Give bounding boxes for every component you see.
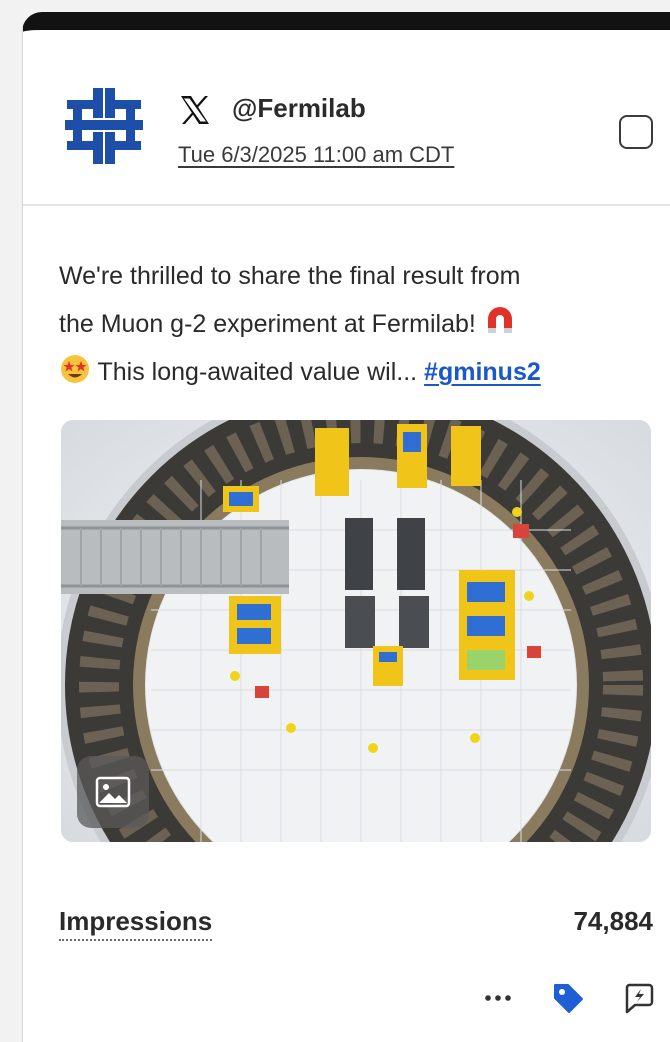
muon-ring-photo	[61, 420, 651, 842]
post-image[interactable]	[61, 420, 651, 842]
post-text-line-3-wrap: This long-awaited value wil... #gminus2	[59, 348, 659, 396]
boost-button[interactable]	[620, 980, 656, 1016]
image-icon	[95, 776, 131, 808]
tag-icon	[554, 984, 583, 1013]
post-text-line-2: the Muon g-2 experiment at Fermilab!	[59, 310, 476, 338]
fermilab-logo-icon	[65, 88, 143, 164]
post-text-line-2-wrap: the Muon g-2 experiment at Fermilab!	[59, 300, 659, 348]
post-timestamp-link[interactable]: Tue 6/3/2025 11:00 am CDT	[178, 142, 454, 168]
post-text-line-1: We're thrilled to share the final result…	[59, 262, 521, 290]
tag-button[interactable]	[550, 980, 586, 1016]
magnet-emoji-icon	[487, 307, 512, 333]
image-type-badge	[77, 756, 149, 828]
star-struck-emoji-icon	[61, 355, 89, 383]
impressions-value: 74,884	[573, 906, 653, 936]
post-text-line-3: This long-awaited value wil...	[97, 358, 418, 386]
more-options-button[interactable]	[480, 980, 516, 1016]
x-logo-icon	[181, 96, 209, 124]
boost-icon	[625, 983, 654, 1014]
post-header: @Fermilab Tue 6/3/2025 11:00 am CDT	[23, 30, 670, 206]
post-body: We're thrilled to share the final result…	[59, 252, 659, 396]
post-actions	[480, 980, 656, 1016]
post-card: @Fermilab Tue 6/3/2025 11:00 am CDT We'r…	[22, 12, 670, 1042]
hashtag-link[interactable]: #gminus2	[424, 358, 541, 386]
more-icon	[485, 995, 511, 1001]
select-post-checkbox[interactable]	[619, 115, 653, 149]
account-handle[interactable]: @Fermilab	[232, 93, 366, 124]
impressions-label[interactable]: Impressions	[59, 906, 213, 941]
